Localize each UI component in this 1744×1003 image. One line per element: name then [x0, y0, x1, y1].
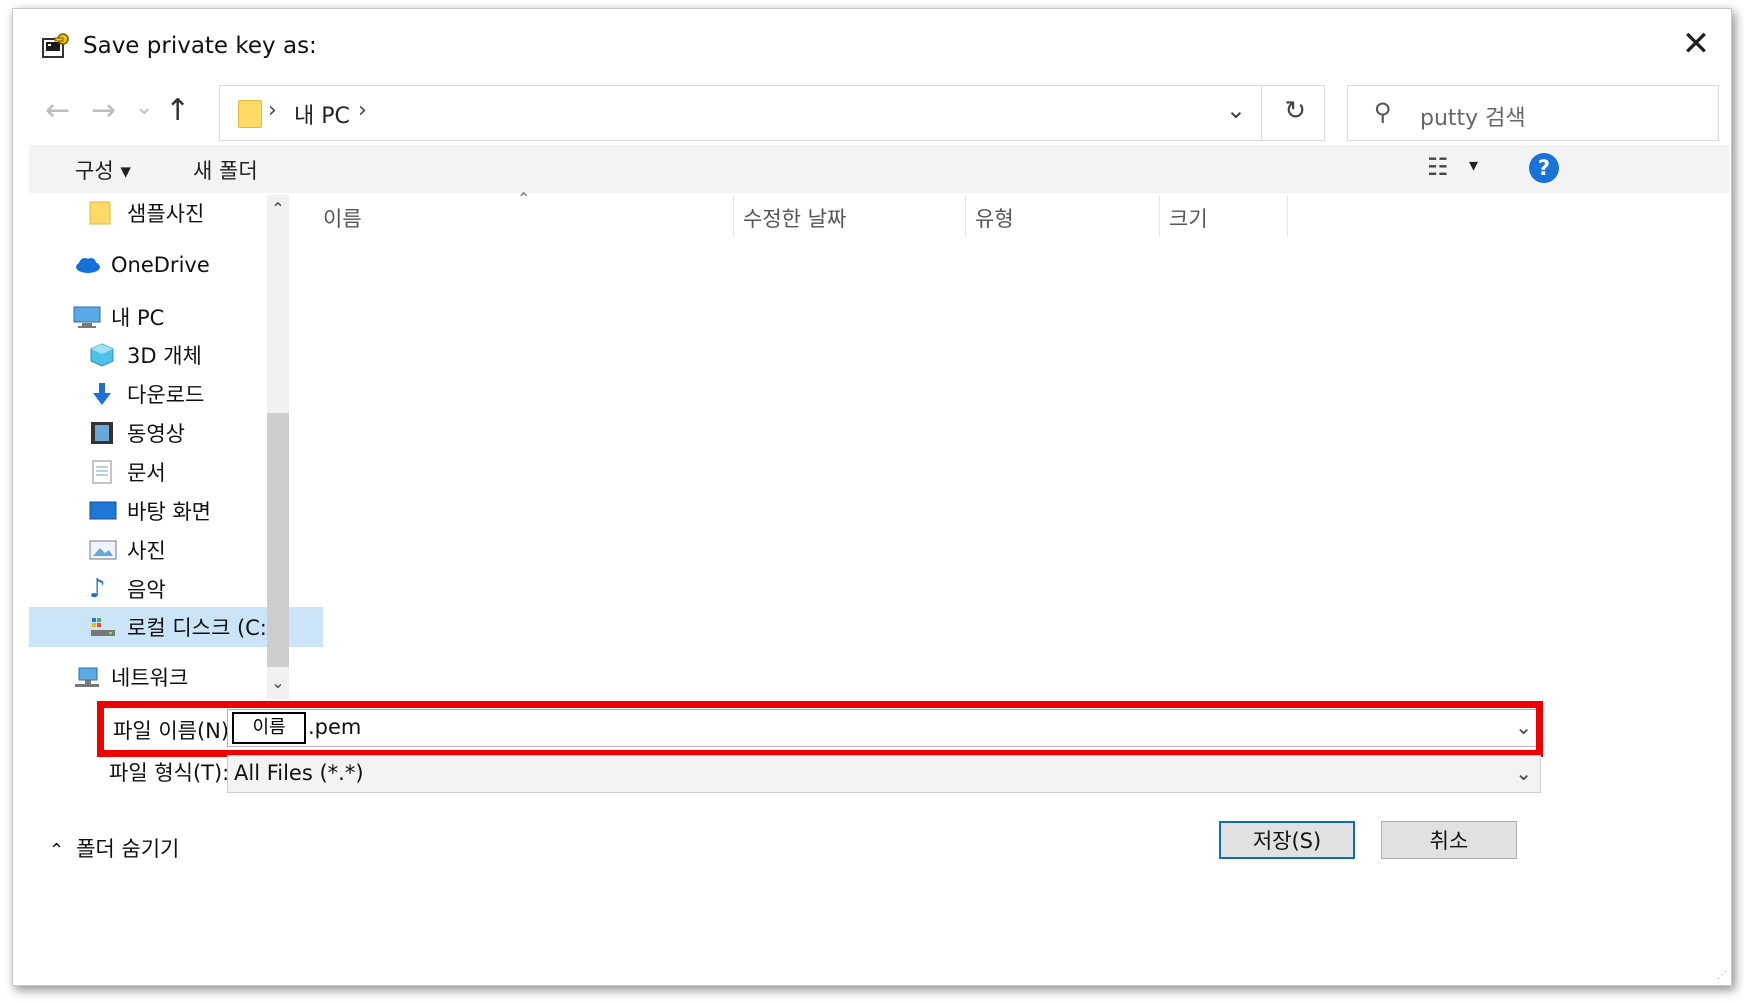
- file-list[interactable]: 이름 ⌃ 수정한 날짜 유형 크기: [289, 189, 1729, 699]
- nav-item-label: 로컬 디스크 (C:): [127, 616, 276, 640]
- nav-item-sample-pictures[interactable]: 샘플사진: [89, 195, 204, 231]
- nav-item-label: 동영상: [127, 422, 185, 446]
- nav-item-documents[interactable]: 문서: [89, 454, 166, 490]
- chevron-down-icon[interactable]: ⌄: [1515, 761, 1532, 785]
- nav-item-label: 문서: [127, 461, 166, 485]
- nav-item-label: 내 PC: [111, 306, 165, 330]
- navigation-scrollbar[interactable]: ⌃ ⌄: [267, 195, 289, 699]
- save-button[interactable]: 저장(S): [1219, 821, 1355, 859]
- save-button-label: 저장(S): [1252, 829, 1322, 853]
- organize-button[interactable]: 구성 ▾: [75, 155, 131, 185]
- nav-item-label: 샘플사진: [127, 202, 205, 226]
- command-bar: 구성 ▾ 새 폴더 ☷ ▾ ?: [29, 145, 1729, 193]
- nav-item-desktop[interactable]: 바탕 화면: [89, 493, 211, 529]
- column-separator[interactable]: [733, 195, 734, 237]
- chevron-right-icon[interactable]: ›: [358, 98, 367, 123]
- scroll-up-icon[interactable]: ⌃: [267, 199, 289, 218]
- view-options-icon[interactable]: ☷: [1427, 153, 1449, 181]
- desktop-icon: [89, 498, 117, 524]
- hide-folders-button[interactable]: ⌃ 폴더 숨기기: [49, 833, 179, 863]
- sort-ascending-icon: ⌃: [517, 189, 531, 208]
- address-path[interactable]: 내 PC: [294, 98, 350, 130]
- help-button[interactable]: ?: [1529, 153, 1559, 183]
- download-icon: [89, 381, 117, 407]
- document-icon: [89, 459, 117, 485]
- column-header-name[interactable]: 이름: [323, 203, 362, 237]
- navigation-pane: 샘플사진 OneDrive 내 PC 3D 개체 다운로드 동영상 문서 바탕: [29, 195, 323, 699]
- refresh-button[interactable]: ↻: [1284, 96, 1306, 126]
- resize-grip-icon[interactable]: ⋰: [1717, 970, 1727, 981]
- nav-item-network[interactable]: 네트워크: [73, 659, 188, 695]
- nav-item-label: 사진: [127, 539, 166, 563]
- search-input[interactable]: putty 검색: [1420, 100, 1526, 132]
- nav-item-label: OneDrive: [111, 253, 210, 277]
- column-header-size[interactable]: 크기: [1169, 203, 1208, 237]
- nav-item-label: 바탕 화면: [127, 500, 211, 524]
- filetype-select[interactable]: All Files (*.*) ⌄: [227, 755, 1541, 793]
- picture-icon: [89, 537, 117, 563]
- nav-item-videos[interactable]: 동영상: [89, 415, 185, 451]
- forward-button[interactable]: →: [91, 93, 116, 128]
- nav-item-pictures[interactable]: 사진: [89, 532, 166, 568]
- nav-item-label: 3D 개체: [127, 344, 202, 368]
- scroll-down-icon[interactable]: ⌄: [267, 673, 289, 692]
- save-dialog: Save private key as: ✕ ← → ⌄ ↑ › 내 PC › …: [12, 8, 1732, 986]
- nav-item-label: 다운로드: [127, 383, 205, 407]
- cancel-button-label: 취소: [1429, 829, 1469, 853]
- up-button[interactable]: ↑: [165, 93, 190, 128]
- putty-key-icon: [42, 33, 69, 58]
- recent-locations-button[interactable]: ⌄: [135, 95, 153, 120]
- column-header-date[interactable]: 수정한 날짜: [743, 203, 846, 237]
- search-box[interactable]: ⚲ putty 검색: [1347, 85, 1719, 141]
- title-bar: Save private key as: ✕: [13, 9, 1731, 69]
- close-icon: ✕: [1681, 24, 1711, 64]
- computer-icon: [73, 304, 101, 330]
- column-separator[interactable]: [965, 195, 966, 237]
- network-icon: [73, 664, 101, 690]
- nav-item-label: 음악: [127, 578, 166, 602]
- drive-icon: [89, 614, 117, 640]
- nav-item-downloads[interactable]: 다운로드: [89, 376, 204, 412]
- chevron-right-icon: ›: [268, 98, 277, 123]
- column-separator[interactable]: [1287, 195, 1288, 237]
- view-dropdown-icon[interactable]: ▾: [1469, 155, 1478, 176]
- nav-item-3d-objects[interactable]: 3D 개체: [89, 337, 202, 373]
- window-title: Save private key as:: [83, 33, 317, 59]
- chevron-down-icon[interactable]: ⌄: [1226, 96, 1246, 124]
- filetype-label: 파일 형식(T):: [109, 761, 230, 785]
- nav-item-onedrive[interactable]: OneDrive: [73, 247, 210, 283]
- video-icon: [89, 420, 117, 446]
- hide-folders-label: 폴더 숨기기: [76, 837, 180, 861]
- search-icon: ⚲: [1374, 98, 1392, 126]
- filetype-value[interactable]: All Files (*.*): [234, 761, 364, 785]
- music-icon: ♪: [89, 574, 106, 604]
- address-divider: [1261, 86, 1262, 140]
- cancel-button[interactable]: 취소: [1381, 821, 1517, 859]
- highlight-box: [97, 701, 1543, 757]
- address-bar[interactable]: › 내 PC › ⌄ ↻: [219, 85, 1325, 141]
- new-folder-button[interactable]: 새 폴더: [193, 155, 258, 185]
- nav-item-label: 네트워크: [111, 666, 189, 690]
- scrollbar-thumb[interactable]: [267, 413, 289, 667]
- chevron-up-icon: ⌃: [49, 840, 65, 861]
- folder-icon: [238, 100, 262, 128]
- column-separator[interactable]: [1159, 195, 1160, 237]
- column-header-type[interactable]: 유형: [975, 203, 1014, 237]
- cube-icon: [89, 342, 117, 368]
- close-button[interactable]: ✕: [1661, 21, 1731, 67]
- cloud-icon: [73, 252, 101, 278]
- nav-item-music[interactable]: ♪ 음악: [89, 571, 166, 607]
- back-button[interactable]: ←: [45, 93, 70, 128]
- nav-item-this-pc[interactable]: 내 PC: [73, 299, 164, 335]
- folder-icon: [89, 200, 117, 226]
